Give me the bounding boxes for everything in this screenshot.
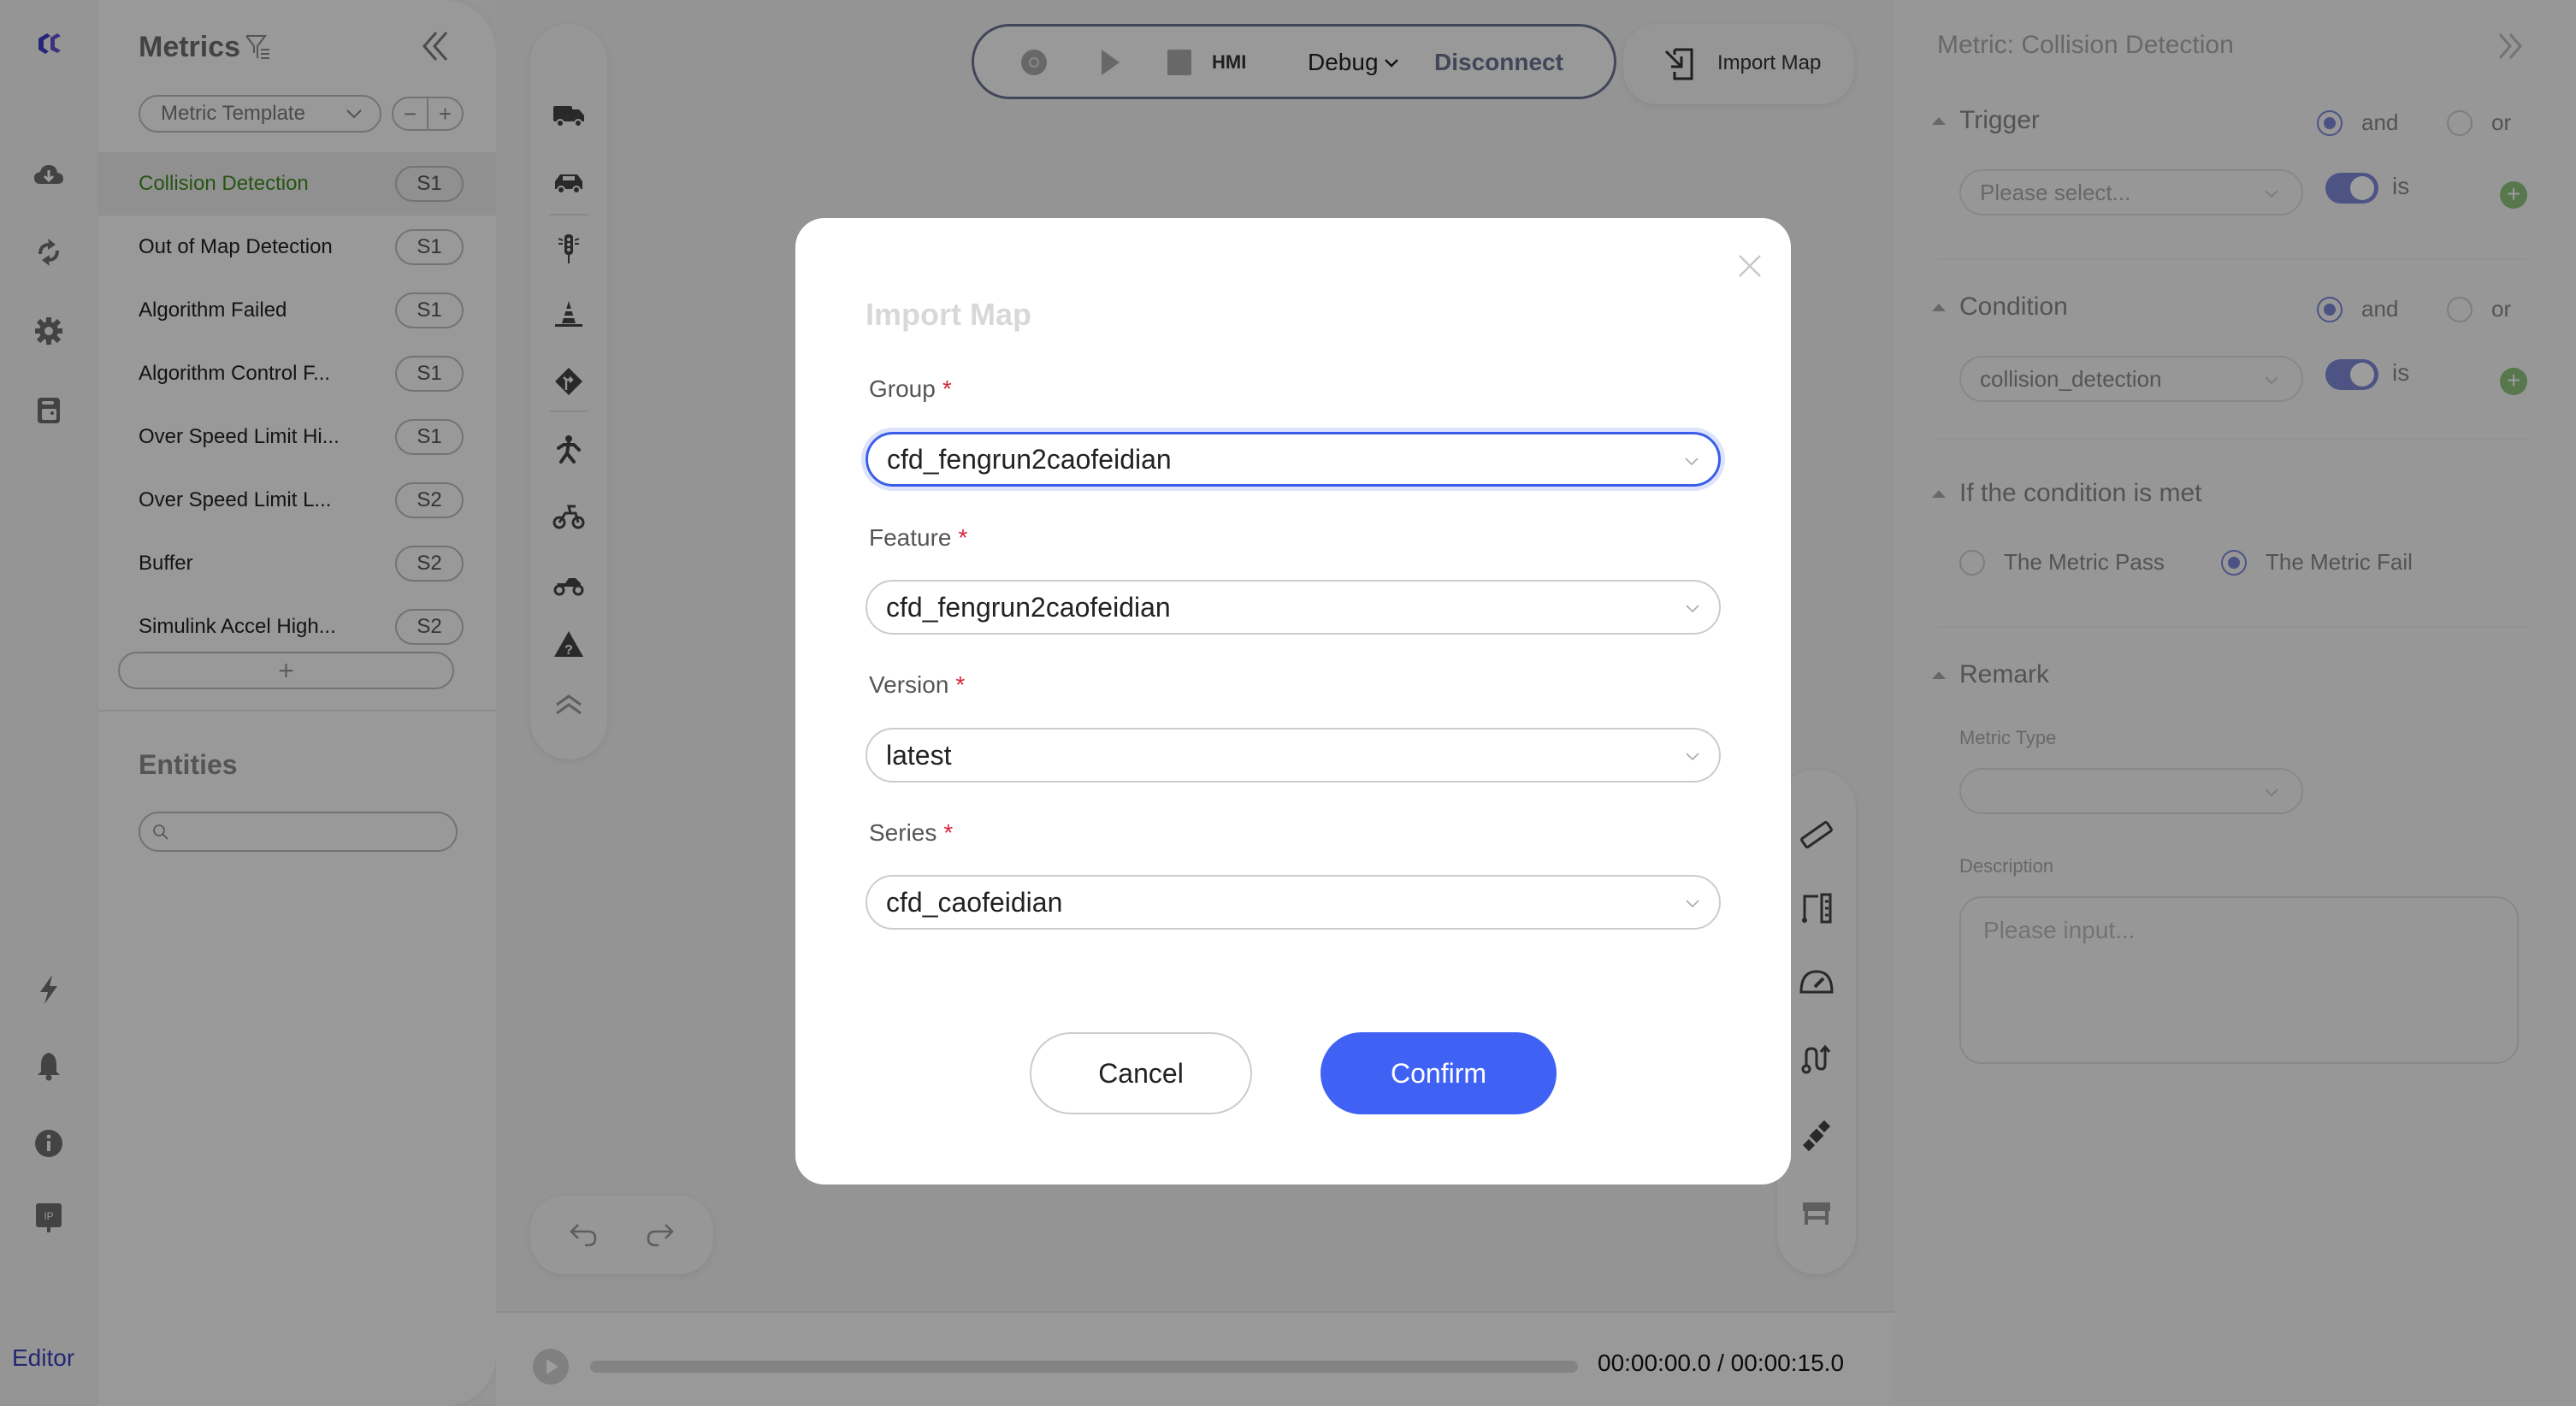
app-root: IP Editor Metrics Metric Template − + Co… bbox=[0, 0, 2576, 1406]
import-map-dialog: Import Map Group * cfd_fengrun2caofeidian… bbox=[795, 218, 1791, 1184]
required-marker: * bbox=[958, 524, 968, 551]
series-value: cfd_caofeidian bbox=[886, 886, 1063, 918]
version-value: latest bbox=[886, 739, 952, 771]
feature-value: cfd_fengrun2caofeidian bbox=[886, 591, 1171, 623]
dialog-title: Import Map bbox=[866, 297, 1031, 332]
close-icon[interactable] bbox=[1733, 249, 1767, 283]
field-label-text: Feature bbox=[869, 524, 952, 551]
chevron-down-icon bbox=[1686, 605, 1699, 613]
version-label: Version * bbox=[869, 671, 965, 699]
feature-select[interactable]: cfd_fengrun2caofeidian bbox=[866, 580, 1721, 635]
chevron-down-icon bbox=[1686, 900, 1699, 908]
feature-label: Feature * bbox=[869, 524, 967, 552]
group-value: cfd_fengrun2caofeidian bbox=[887, 443, 1172, 475]
field-label-text: Group bbox=[869, 375, 936, 402]
version-select[interactable]: latest bbox=[866, 728, 1721, 783]
group-select[interactable]: cfd_fengrun2caofeidian bbox=[866, 432, 1721, 487]
series-select[interactable]: cfd_caofeidian bbox=[866, 875, 1721, 930]
chevron-down-icon bbox=[1685, 458, 1699, 466]
required-marker: * bbox=[942, 375, 952, 402]
field-label-text: Series bbox=[869, 819, 937, 846]
group-label: Group * bbox=[869, 375, 952, 403]
chevron-down-icon bbox=[1686, 753, 1699, 761]
series-label: Series * bbox=[869, 819, 953, 847]
confirm-button[interactable]: Confirm bbox=[1320, 1032, 1557, 1114]
field-label-text: Version bbox=[869, 671, 949, 698]
required-marker: * bbox=[955, 671, 966, 698]
cancel-button[interactable]: Cancel bbox=[1030, 1032, 1252, 1114]
required-marker: * bbox=[943, 819, 954, 846]
